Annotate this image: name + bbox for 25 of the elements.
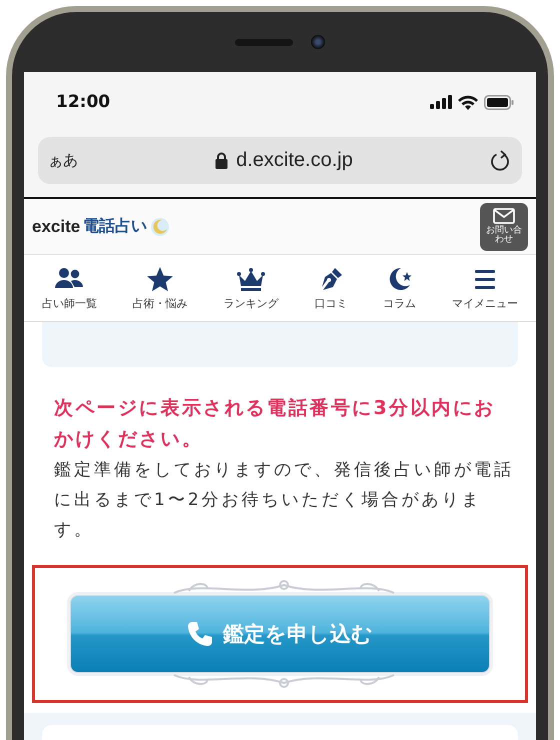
nav-tab[interactable]: マイメニュー — [452, 255, 518, 321]
nav-tab[interactable]: 口コミ — [314, 255, 348, 321]
nav-tab[interactable]: ランキング — [224, 255, 279, 321]
signal-icon — [430, 95, 452, 109]
warning-text: 次ページに表示される電話番号に3分以内におかけください。 — [54, 396, 497, 452]
speaker-grille — [235, 38, 293, 46]
wifi-icon — [458, 94, 478, 110]
crown-icon — [236, 266, 266, 292]
nav-tab[interactable]: 占い師一覧 — [42, 255, 97, 321]
phone-icon — [187, 621, 213, 647]
battery-icon — [484, 94, 514, 110]
reload-icon[interactable] — [490, 150, 510, 172]
url-text: d.excite.co.jp — [236, 149, 353, 172]
notice-text: 鑑定準備をしておりますので、発信後占い師が電話に出るまで1〜2分お待ちいただく場合があります。 — [54, 459, 515, 542]
address-bar[interactable]: ぁあ d.excite.co.jp — [38, 137, 522, 184]
mail-icon — [493, 208, 515, 224]
nav-tab[interactable]: コラム — [383, 255, 416, 321]
contact-button[interactable]: お問い合わせ — [480, 202, 528, 250]
star-icon — [145, 266, 176, 292]
site-logo[interactable]: excite 電話占い — [32, 216, 170, 237]
nav-tab[interactable]: 占術・悩み — [132, 255, 188, 321]
status-time: 12:00 — [56, 92, 110, 112]
camera-lens — [311, 35, 325, 49]
text-size-button[interactable]: ぁあ — [48, 151, 78, 170]
lock-icon — [215, 152, 228, 169]
